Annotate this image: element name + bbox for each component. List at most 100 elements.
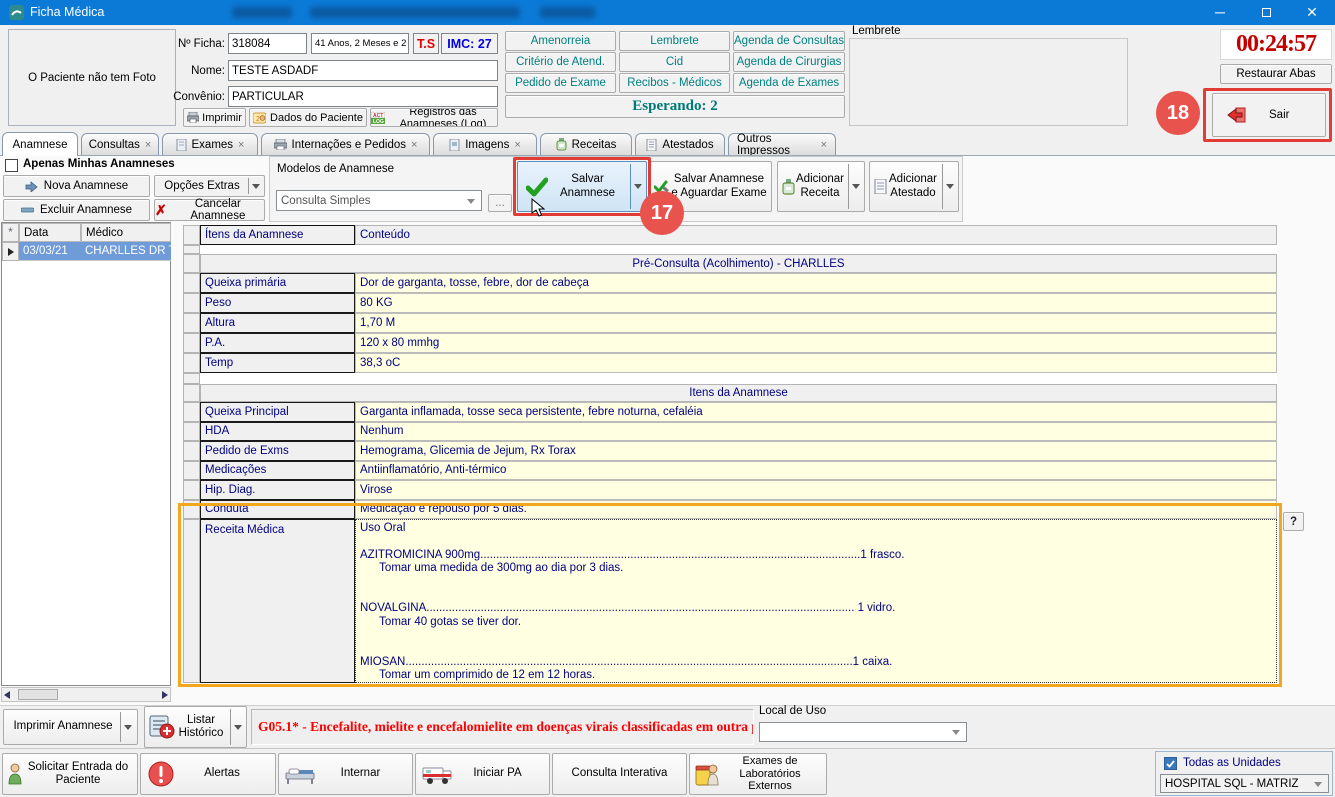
scrollbar-thumb[interactable] xyxy=(18,689,58,700)
tab-outros-impressos[interactable]: Outros Impressos× xyxy=(728,133,836,155)
row-label[interactable]: HDA xyxy=(200,422,355,442)
row-value[interactable]: 1,70 M xyxy=(355,313,1277,333)
registros-anamneses-log-button[interactable]: ACTLOG Registros das Anamneses (Log) xyxy=(370,108,498,127)
history-row-medico[interactable]: CHARLLES DR TE xyxy=(81,242,171,261)
alert-icon xyxy=(147,760,175,788)
column-header-conteudo[interactable]: Conteúdo xyxy=(355,225,1277,245)
iniciar-pa-button[interactable]: Iniciar PA xyxy=(415,753,550,795)
tab-anamnese[interactable]: Anamnese xyxy=(2,132,78,156)
row-value[interactable]: Hemograma, Glicemia de Jejum, Rx Torax xyxy=(355,441,1277,461)
quick-button-cid[interactable]: Cid xyxy=(619,52,730,72)
dropdown-arrow-icon[interactable] xyxy=(124,725,132,730)
opcoes-extras-button[interactable]: Opções Extras xyxy=(154,175,265,197)
dropdown-arrow-icon[interactable] xyxy=(852,184,860,189)
quick-button-amenorreia[interactable]: Amenorreia xyxy=(505,31,616,51)
consulta-interativa-button[interactable]: Consulta Interativa xyxy=(552,753,687,795)
unidade-combobox[interactable]: HOSPITAL SQL - MATRIZ xyxy=(1160,774,1329,793)
help-button[interactable]: ? xyxy=(1283,512,1304,531)
history-grid-hscrollbar[interactable] xyxy=(1,687,171,702)
tab-imagens[interactable]: Imagens× xyxy=(433,133,537,155)
apenas-minhas-checkbox[interactable] xyxy=(5,159,18,172)
tab-close-icon[interactable]: × xyxy=(821,139,827,151)
row-value[interactable]: Garganta inflamada, tosse seca persisten… xyxy=(355,402,1277,422)
scroll-left-icon[interactable] xyxy=(4,691,10,699)
solicitar-entrada-button[interactable]: Solicitar Entrada do Paciente xyxy=(2,753,138,795)
cancelar-anamnese-button[interactable]: ✗ Cancelar Anamnese xyxy=(154,199,265,221)
local-de-uso-label: Local de Uso xyxy=(759,705,826,717)
grid-gutter xyxy=(183,293,200,313)
modelos-more-button[interactable]: ... xyxy=(488,194,512,212)
column-header-itens[interactable]: Ítens da Anamnese xyxy=(200,225,355,245)
sair-button[interactable]: Sair xyxy=(1212,93,1326,137)
todas-unidades-checkbox[interactable] xyxy=(1164,757,1177,770)
row-value[interactable]: Nenhum xyxy=(355,422,1277,442)
row-value[interactable]: 80 KG xyxy=(355,293,1277,313)
tab-close-icon[interactable]: × xyxy=(411,139,417,151)
dados-do-paciente-button[interactable]: 2 Dados do Paciente xyxy=(249,108,367,127)
row-label[interactable]: Medicações xyxy=(200,461,355,481)
imprimir-button[interactable]: Imprimir xyxy=(183,108,246,127)
adicionar-receita-button[interactable]: Adicionar Receita xyxy=(777,161,865,212)
convenio-input[interactable]: PARTICULAR xyxy=(228,86,498,107)
row-label[interactable]: Temp xyxy=(200,353,355,373)
close-button[interactable]: ✕ xyxy=(1289,0,1335,25)
tab-exames[interactable]: Exames× xyxy=(162,133,258,155)
column-header-data[interactable]: Data xyxy=(19,223,81,242)
row-value[interactable]: 120 x 80 mmhg xyxy=(355,333,1277,353)
ficha-input[interactable]: 318084 xyxy=(228,33,307,54)
maximize-button[interactable] xyxy=(1243,0,1289,25)
quick-button-recibos-medicos[interactable]: Recibos - Médicos xyxy=(619,73,730,93)
adicionar-atestado-button[interactable]: Adicionar Atestado xyxy=(869,161,959,212)
section-header-itens-anamnese: Itens da Anamnese xyxy=(200,384,1277,402)
scroll-right-icon[interactable] xyxy=(162,691,168,699)
dropdown-arrow-icon[interactable] xyxy=(946,184,954,189)
quick-button-pedido-exame[interactable]: Pedido de Exame xyxy=(505,73,616,93)
row-label[interactable]: Queixa primária xyxy=(200,273,355,293)
tab-close-icon[interactable]: × xyxy=(145,139,151,151)
row-value[interactable]: Antiinflamatório, Anti-térmico xyxy=(355,461,1277,481)
restaurar-abas-button[interactable]: Restaurar Abas xyxy=(1220,64,1332,84)
tipo-sanguineo-badge[interactable]: T.S xyxy=(413,33,439,54)
quick-button-agenda-cirurgias[interactable]: Agenda de Cirurgias xyxy=(733,52,845,72)
row-label[interactable]: Queixa Principal xyxy=(200,402,355,422)
tab-atestados[interactable]: Atestados xyxy=(635,133,725,155)
local-de-uso-combobox[interactable] xyxy=(759,722,967,742)
exames-laboratorios-externos-button[interactable]: Exames de Laboratórios Externos xyxy=(689,753,827,795)
row-label[interactable]: Pedido de Exms xyxy=(200,441,355,461)
titlebar-redacted-text xyxy=(540,7,595,18)
quick-button-agenda-consultas[interactable]: Agenda de Consultas xyxy=(733,31,845,51)
excluir-anamnese-button[interactable]: Excluir Anamnese xyxy=(3,199,150,221)
listar-historico-button[interactable]: Listar Histórico xyxy=(144,706,247,748)
row-value[interactable]: 38,3 oC xyxy=(355,353,1277,373)
receita-medica-content[interactable]: Uso Oral AZITROMICINA 900mg.............… xyxy=(355,519,1277,683)
tab-close-icon[interactable]: × xyxy=(514,139,520,151)
nova-anamnese-button[interactable]: Nova Anamnese xyxy=(3,175,150,197)
row-value[interactable]: Dor de garganta, tosse, febre, dor de ca… xyxy=(355,273,1277,293)
tab-receitas[interactable]: Receitas xyxy=(540,133,632,155)
alertas-button[interactable]: Alertas xyxy=(140,753,276,795)
minimize-button[interactable]: ─ xyxy=(1197,0,1243,25)
row-label[interactable]: Conduta xyxy=(200,500,355,520)
row-value[interactable]: Virose xyxy=(355,480,1277,500)
dropdown-arrow-icon[interactable] xyxy=(634,184,642,189)
nome-input[interactable]: TESTE ASDADF xyxy=(228,60,498,81)
tab-close-icon[interactable]: × xyxy=(238,139,244,151)
quick-button-lembrete[interactable]: Lembrete xyxy=(619,31,730,51)
internar-button[interactable]: Internar xyxy=(278,753,413,795)
row-label[interactable]: Hip. Diag. xyxy=(200,480,355,500)
imprimir-anamnese-button[interactable]: Imprimir Anamnese xyxy=(3,709,138,745)
receita-medica-label[interactable]: Receita Médica xyxy=(200,519,355,683)
dropdown-arrow-icon[interactable] xyxy=(234,725,242,730)
tab-consultas[interactable]: Consultas× xyxy=(81,133,159,155)
row-value[interactable]: Medicação e repouso por 5 dias. xyxy=(355,500,1277,520)
modelos-combobox[interactable]: Consulta Simples xyxy=(276,190,482,211)
history-row-date[interactable]: 03/03/21 xyxy=(19,242,81,261)
dropdown-arrow-icon[interactable] xyxy=(252,184,260,189)
tab-internacoes-pedidos[interactable]: Internações e Pedidos× xyxy=(261,133,430,155)
row-label[interactable]: Peso xyxy=(200,293,355,313)
quick-button-agenda-exames[interactable]: Agenda de Exames xyxy=(733,73,845,93)
quick-button-criterio-atend[interactable]: Critério de Atend. xyxy=(505,52,616,72)
row-label[interactable]: Altura xyxy=(200,313,355,333)
row-label[interactable]: P.A. xyxy=(200,333,355,353)
column-header-medico[interactable]: Médico xyxy=(81,223,171,242)
